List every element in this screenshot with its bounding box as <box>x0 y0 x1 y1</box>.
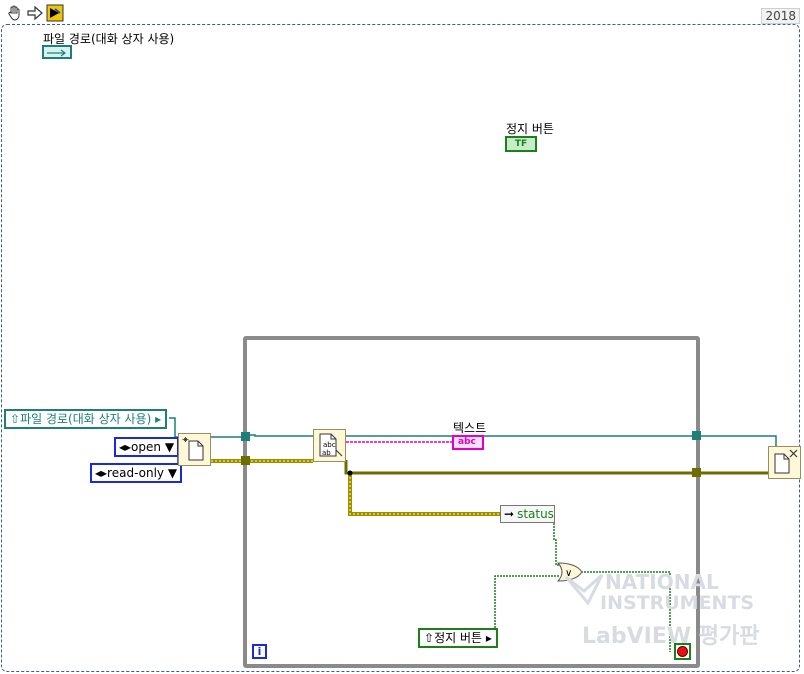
home-arrow-icon: ⇧ <box>424 631 435 645</box>
ni-eagle-logo <box>564 573 604 606</box>
enum-arrows-icon: ◂▸ <box>95 466 108 480</box>
open-mode-text: open <box>131 440 161 454</box>
iteration-glyph: i <box>257 645 262 658</box>
loop-tunnel-error-out <box>692 468 701 477</box>
loop-tunnel-refnum-in <box>241 432 250 441</box>
iteration-terminal: i <box>252 644 267 659</box>
status-unbundle[interactable]: ➞ status <box>500 505 555 523</box>
open-file-function[interactable] <box>178 433 211 466</box>
output-arrow-icon: ▸ <box>155 412 162 426</box>
chevron-down-icon: ▼ <box>164 440 175 454</box>
watermark-line1: NATIONAL <box>605 570 719 594</box>
open-mode-constant[interactable]: ◂▸open ▼ <box>114 437 180 457</box>
stop-button-icon[interactable]: TF <box>505 136 537 152</box>
enum-arrows-icon: ◂▸ <box>119 440 132 454</box>
read-text-file-function[interactable]: abc ab <box>313 429 346 462</box>
loop-tunnel-error-in <box>241 456 250 465</box>
stop-button-terminal[interactable]: ⇧정지 버튼 ▸ <box>418 628 498 648</box>
bool-glyph: TF <box>514 139 528 149</box>
output-arrow-icon: ▸ <box>485 631 492 645</box>
loop-tunnel-refnum-out <box>692 431 701 440</box>
stop-button-label: 정지 버튼 <box>506 122 554 136</box>
text-indicator-terminal[interactable]: abc <box>452 435 484 450</box>
chevron-down-icon: ▼ <box>167 466 178 480</box>
watermark-line3: LabVIEW 평가판 <box>582 624 760 649</box>
stop-button-terminal-text: 정지 버튼 <box>434 631 483 645</box>
text-glyph: abc <box>458 437 476 447</box>
path-control-icon[interactable] <box>42 45 72 59</box>
home-arrow-icon: ⇧ <box>10 412 21 426</box>
file-path-terminal-text: 파일 경로(대화 상자 사용) <box>20 412 152 426</box>
unbundle-arrow-icon: ➞ <box>504 507 515 521</box>
access-mode-text: read-only <box>107 466 165 480</box>
access-mode-constant[interactable]: ◂▸read-only ▼ <box>90 463 183 483</box>
text-label: 텍스트 <box>453 421 487 435</box>
close-file-function[interactable] <box>768 446 801 479</box>
status-text: status <box>517 507 554 521</box>
svg-text:ab: ab <box>322 449 331 457</box>
file-path-terminal[interactable]: ⇧파일 경로(대화 상자 사용) ▸ <box>4 409 168 429</box>
svg-text:abc: abc <box>323 441 336 449</box>
watermark-line2: INSTRUMENTS <box>600 592 755 614</box>
